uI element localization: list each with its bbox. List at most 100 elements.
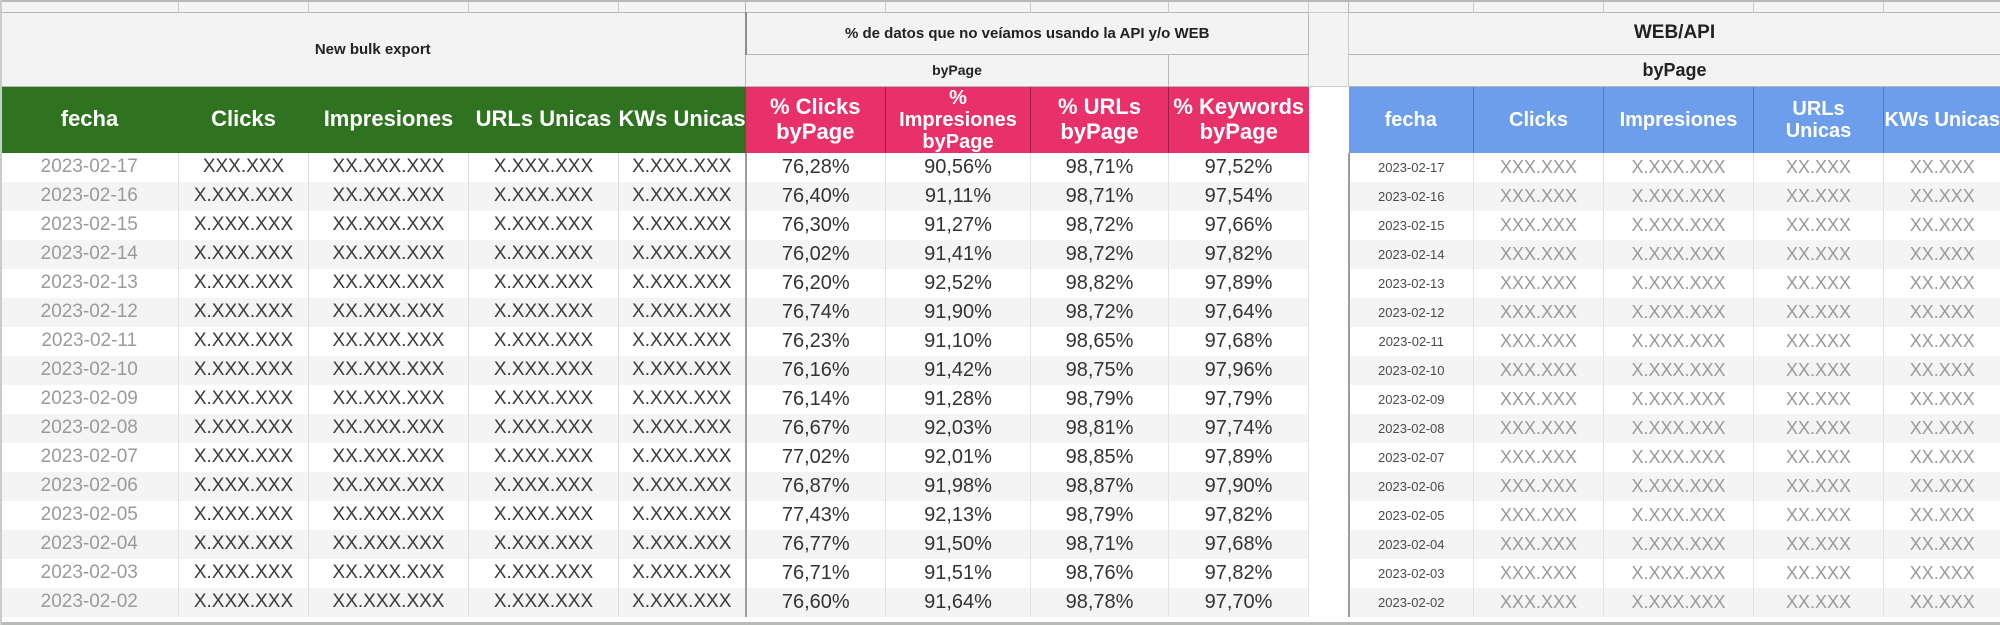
cell-pct-urls[interactable]: 98,72% — [1030, 239, 1169, 269]
cell-kws[interactable]: X.XXX.XXX — [618, 210, 746, 240]
cell-pct-impresiones[interactable]: 92,13% — [885, 500, 1031, 530]
table-row[interactable]: 2023-02-12 X.XXX.XXX XX.XXX.XXX X.XXX.XXX X.… — [0, 297, 2000, 327]
cell-pct-impresiones[interactable]: 91,98% — [885, 471, 1031, 501]
table-row[interactable]: 2023-02-08 X.XXX.XXX XX.XXX.XXX X.XXX.XXX X.… — [0, 413, 2000, 443]
cell-r-urls[interactable]: XX.XXX — [1753, 442, 1884, 472]
cell-r-clicks[interactable]: XXX.XXX — [1473, 384, 1604, 414]
cell-r-impresiones[interactable]: X.XXX.XXX — [1603, 210, 1754, 240]
table-row[interactable]: 2023-02-02 X.XXX.XXX XX.XXX.XXX X.XXX.XXX X.… — [0, 587, 2000, 617]
cell-pct-urls[interactable]: 98,79% — [1030, 500, 1169, 530]
cell-pct-impresiones[interactable]: 91,41% — [885, 239, 1031, 269]
cell-r-clicks[interactable]: XXX.XXX — [1473, 413, 1604, 443]
cell-r-fecha[interactable]: 2023-02-09 — [1347, 384, 1474, 414]
cell-urls[interactable]: X.XXX.XXX — [468, 384, 619, 414]
cell-r-kws[interactable]: XX.XXX — [1883, 471, 2000, 501]
cell-r-urls[interactable]: XX.XXX — [1753, 529, 1884, 559]
cell-impresiones[interactable]: XX.XXX.XXX — [308, 471, 469, 501]
cell-clicks[interactable]: X.XXX.XXX — [178, 471, 309, 501]
cell-r-urls[interactable]: XX.XXX — [1753, 268, 1884, 298]
cell-impresiones[interactable]: XX.XXX.XXX — [308, 558, 469, 588]
cell-pct-keywords[interactable]: 97,68% — [1168, 326, 1309, 356]
cell-r-urls[interactable]: XX.XXX — [1753, 384, 1884, 414]
cell-r-clicks[interactable]: XXX.XXX — [1473, 210, 1604, 240]
cell-r-fecha[interactable]: 2023-02-07 — [1347, 442, 1474, 472]
cell-r-clicks[interactable]: XXX.XXX — [1473, 587, 1604, 617]
cell-r-fecha[interactable]: 2023-02-03 — [1347, 558, 1474, 588]
cell-r-clicks[interactable]: XXX.XXX — [1473, 442, 1604, 472]
cell-r-urls[interactable]: XX.XXX — [1753, 239, 1884, 269]
table-row[interactable]: 2023-02-05 X.XXX.XXX XX.XXX.XXX X.XXX.XXX X.… — [0, 500, 2000, 530]
cell-impresiones[interactable]: XX.XXX.XXX — [308, 384, 469, 414]
cell-urls[interactable]: X.XXX.XXX — [468, 297, 619, 327]
cell-pct-urls[interactable]: 98,75% — [1030, 355, 1169, 385]
cell-urls[interactable]: X.XXX.XXX — [468, 442, 619, 472]
cell-pct-keywords[interactable]: 97,54% — [1168, 181, 1309, 211]
cell-pct-urls[interactable]: 98,78% — [1030, 587, 1169, 617]
table-row[interactable]: 2023-02-06 X.XXX.XXX XX.XXX.XXX X.XXX.XXX X.… — [0, 471, 2000, 501]
cell-r-fecha[interactable]: 2023-02-04 — [1347, 529, 1474, 559]
cell-r-clicks[interactable]: XXX.XXX — [1473, 471, 1604, 501]
cell-r-fecha[interactable]: 2023-02-12 — [1347, 297, 1474, 327]
cell-impresiones[interactable]: XX.XXX.XXX — [308, 152, 469, 182]
cell-r-kws[interactable]: XX.XXX — [1883, 355, 2000, 385]
cell-pct-impresiones[interactable]: 91,64% — [885, 587, 1031, 617]
cell-kws[interactable]: X.XXX.XXX — [618, 181, 746, 211]
cell-r-urls[interactable]: XX.XXX — [1753, 500, 1884, 530]
cell-r-kws[interactable]: XX.XXX — [1883, 239, 2000, 269]
cell-r-urls[interactable]: XX.XXX — [1753, 471, 1884, 501]
cell-r-clicks[interactable]: XXX.XXX — [1473, 529, 1604, 559]
cell-r-kws[interactable]: XX.XXX — [1883, 326, 2000, 356]
cell-fecha[interactable]: 2023-02-11 — [0, 326, 179, 356]
cell-urls[interactable]: X.XXX.XXX — [468, 529, 619, 559]
cell-clicks[interactable]: X.XXX.XXX — [178, 413, 309, 443]
cell-pct-keywords[interactable]: 97,89% — [1168, 442, 1309, 472]
cell-pct-clicks[interactable]: 76,71% — [744, 558, 886, 588]
cell-r-clicks[interactable]: XXX.XXX — [1473, 326, 1604, 356]
cell-fecha[interactable]: 2023-02-15 — [0, 210, 179, 240]
cell-pct-keywords[interactable]: 97,82% — [1168, 558, 1309, 588]
cell-urls[interactable]: X.XXX.XXX — [468, 500, 619, 530]
cell-clicks[interactable]: X.XXX.XXX — [178, 442, 309, 472]
cell-r-kws[interactable]: XX.XXX — [1883, 297, 2000, 327]
table-row[interactable]: 2023-02-14 X.XXX.XXX XX.XXX.XXX X.XXX.XXX X.… — [0, 239, 2000, 269]
column-header-kws-unicas[interactable]: KWs Unicas — [618, 86, 746, 153]
cell-pct-clicks[interactable]: 76,74% — [744, 297, 886, 327]
column-header-pct-keywords-bypage[interactable]: % Keywords byPage — [1168, 86, 1309, 153]
cell-pct-clicks[interactable]: 77,02% — [744, 442, 886, 472]
cell-kws[interactable]: X.XXX.XXX — [618, 442, 746, 472]
cell-urls[interactable]: X.XXX.XXX — [468, 239, 619, 269]
cell-pct-clicks[interactable]: 76,67% — [744, 413, 886, 443]
table-row[interactable]: 2023-02-17 XXX.XXX XX.XXX.XXX X.XXX.XXX X.XX… — [0, 152, 2000, 182]
cell-fecha[interactable]: 2023-02-12 — [0, 297, 179, 327]
cell-fecha[interactable]: 2023-02-07 — [0, 442, 179, 472]
cell-urls[interactable]: X.XXX.XXX — [468, 326, 619, 356]
cell-pct-keywords[interactable]: 97,66% — [1168, 210, 1309, 240]
column-header-right-urls-unicas[interactable]: URLs Unicas — [1753, 86, 1884, 153]
cell-pct-impresiones[interactable]: 91,11% — [885, 181, 1031, 211]
cell-r-clicks[interactable]: XXX.XXX — [1473, 239, 1604, 269]
cell-r-clicks[interactable]: XXX.XXX — [1473, 152, 1604, 182]
cell-pct-urls[interactable]: 98,72% — [1030, 297, 1169, 327]
cell-r-fecha[interactable]: 2023-02-17 — [1347, 152, 1474, 182]
cell-pct-clicks[interactable]: 76,40% — [744, 181, 886, 211]
cell-pct-clicks[interactable]: 76,30% — [744, 210, 886, 240]
cell-kws[interactable]: X.XXX.XXX — [618, 268, 746, 298]
cell-fecha[interactable]: 2023-02-03 — [0, 558, 179, 588]
cell-r-urls[interactable]: XX.XXX — [1753, 355, 1884, 385]
cell-pct-urls[interactable]: 98,71% — [1030, 529, 1169, 559]
cell-r-urls[interactable]: XX.XXX — [1753, 326, 1884, 356]
table-row[interactable]: 2023-02-03 X.XXX.XXX XX.XXX.XXX X.XXX.XXX X.… — [0, 558, 2000, 588]
cell-pct-keywords[interactable]: 97,96% — [1168, 355, 1309, 385]
column-header-pct-urls-bypage[interactable]: % URLs byPage — [1030, 86, 1169, 153]
cell-kws[interactable]: X.XXX.XXX — [618, 384, 746, 414]
cell-pct-urls[interactable]: 98,85% — [1030, 442, 1169, 472]
cell-r-kws[interactable]: XX.XXX — [1883, 384, 2000, 414]
cell-clicks[interactable]: X.XXX.XXX — [178, 326, 309, 356]
cell-pct-impresiones[interactable]: 92,01% — [885, 442, 1031, 472]
cell-impresiones[interactable]: XX.XXX.XXX — [308, 297, 469, 327]
cell-r-kws[interactable]: XX.XXX — [1883, 529, 2000, 559]
cell-r-fecha[interactable]: 2023-02-05 — [1347, 500, 1474, 530]
cell-kws[interactable]: X.XXX.XXX — [618, 471, 746, 501]
cell-pct-impresiones[interactable]: 91,50% — [885, 529, 1031, 559]
cell-impresiones[interactable]: XX.XXX.XXX — [308, 239, 469, 269]
